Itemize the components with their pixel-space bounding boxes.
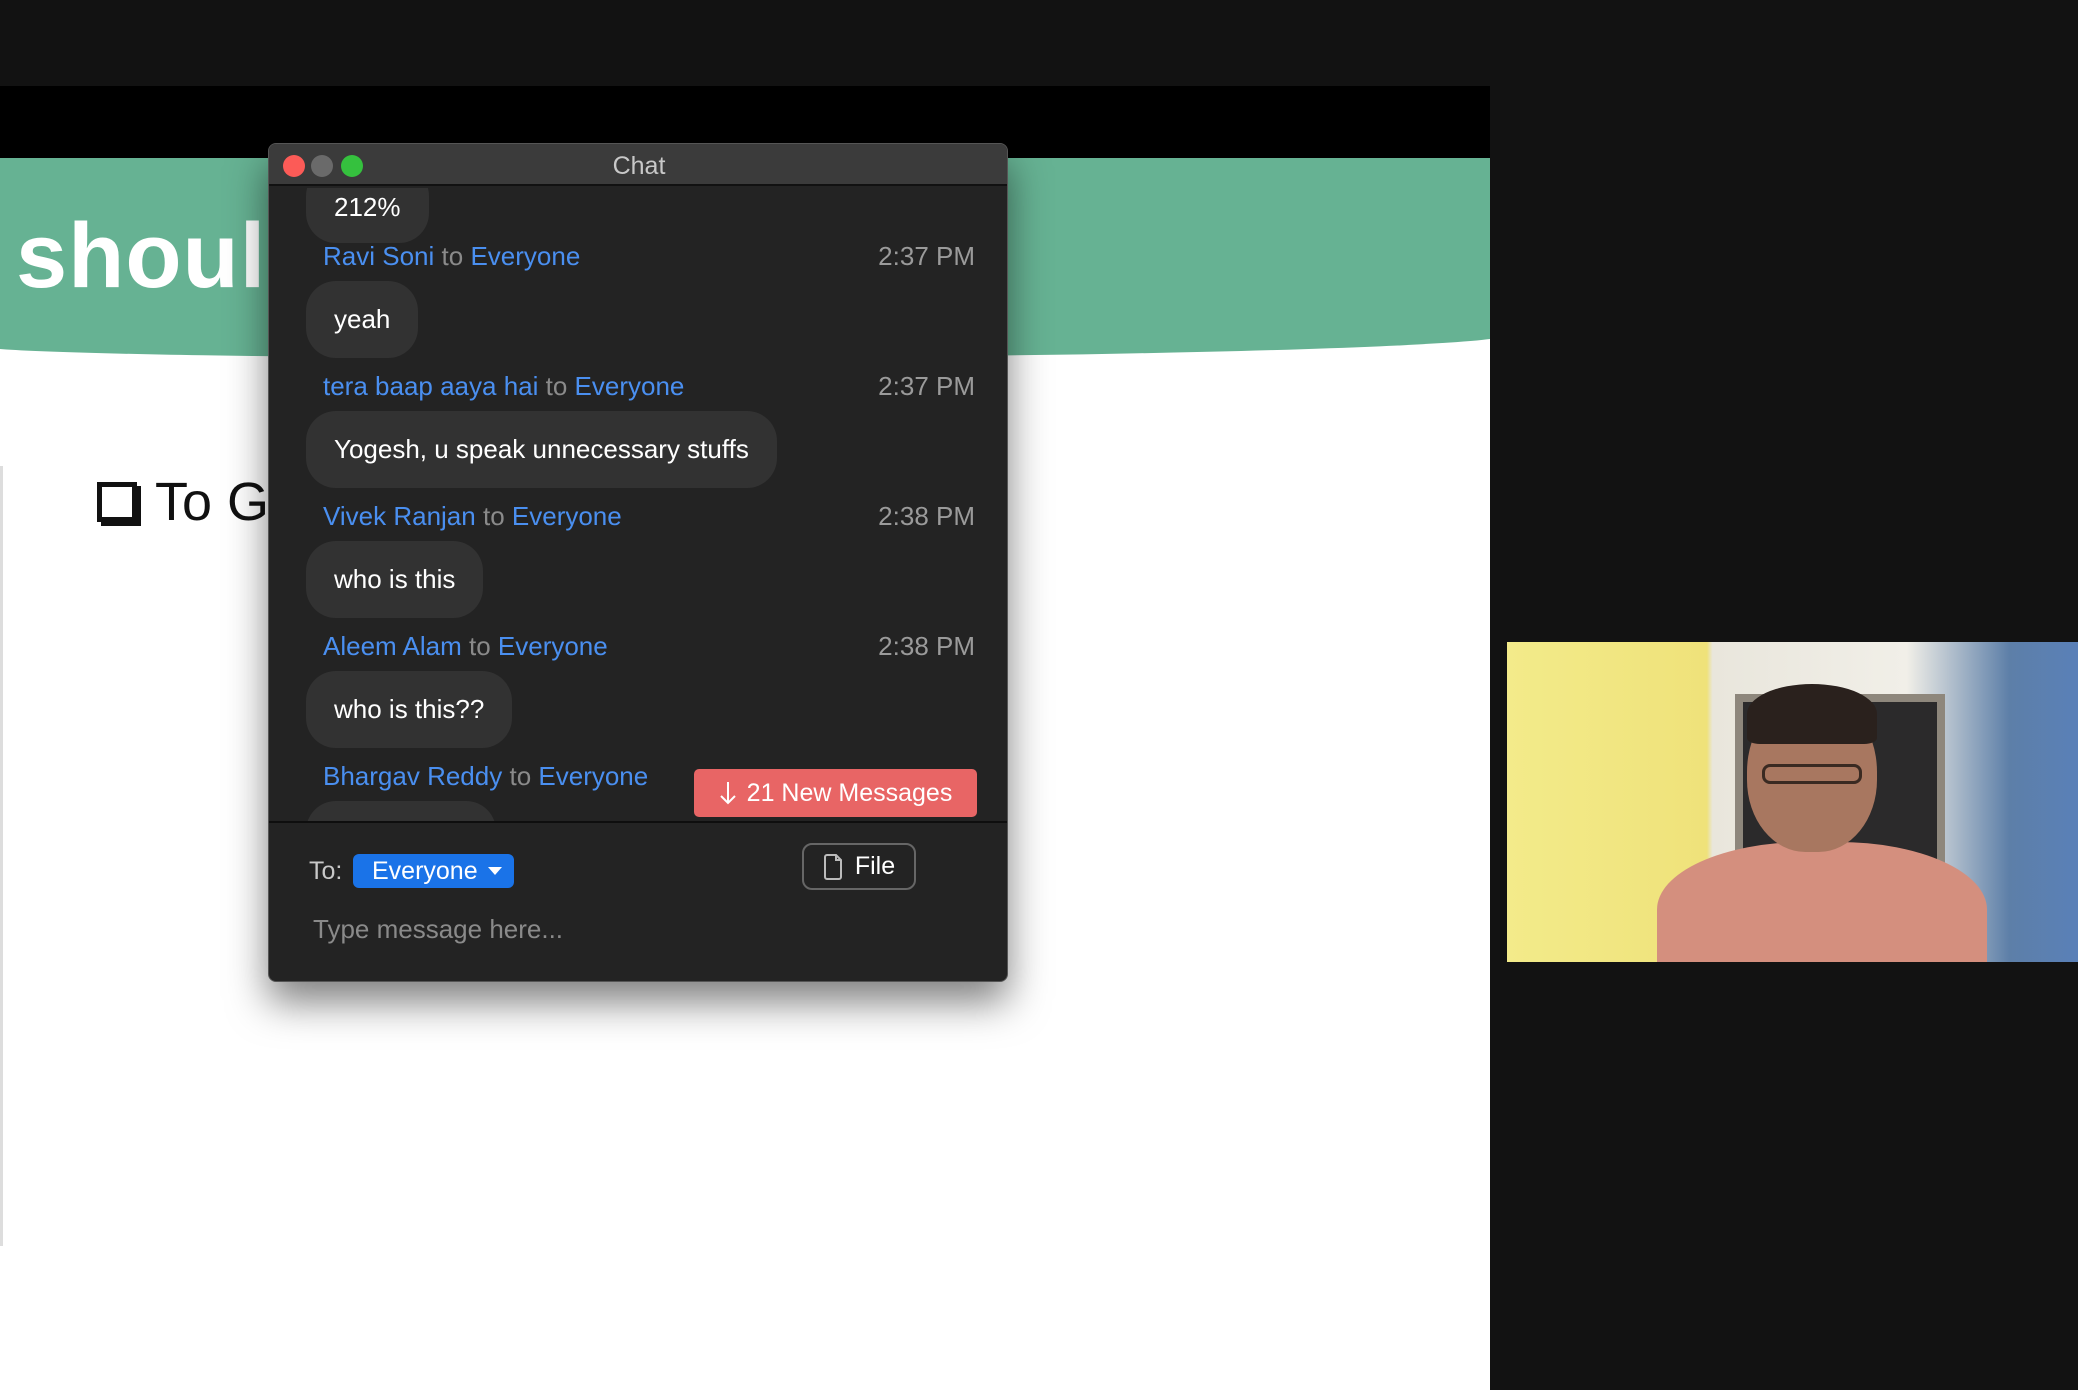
participant-video-tile[interactable] (1507, 642, 2078, 962)
message-text: Yogesh, u speak unnecessary stuffs (334, 434, 749, 464)
chevron-down-icon (487, 867, 502, 875)
slide-heading: shoul (16, 205, 267, 307)
message-header: Bhargav Reddy to Everyone (323, 761, 648, 792)
chat-window: Chat 212% Ravi Soni to Everyone 2:37 PM … (268, 143, 1008, 982)
message-text: 212% (334, 192, 401, 222)
recipient-name: Everyone (497, 631, 608, 661)
recipient-selected: Everyone (372, 856, 478, 885)
to-word: to (482, 501, 505, 531)
message-text: who is this (334, 564, 456, 594)
message-bubble: Yogesh, u speak unnecessary stuffs (306, 411, 777, 488)
chat-title: Chat (612, 152, 666, 180)
new-messages-label: 21 New Messages (746, 778, 953, 807)
video-person-glasses (1762, 764, 1862, 784)
sender-name[interactable]: Vivek Ranjan (323, 501, 476, 531)
message-header: Ravi Soni to Everyone (323, 241, 580, 272)
message-text: who is this?? (334, 694, 485, 724)
checkbox-icon (97, 482, 137, 522)
composer-divider (269, 821, 1007, 823)
recipient-name: Everyone (538, 761, 649, 791)
message-timestamp: 2:37 PM (878, 241, 975, 271)
message-text: yeah (334, 304, 391, 334)
video-person-body (1657, 842, 1987, 962)
to-label: To: (309, 857, 343, 885)
file-icon (823, 853, 842, 880)
message-header: tera baap aaya hai to Everyone (323, 371, 684, 402)
message-header: Aleem Alam to Everyone (323, 631, 608, 662)
slide-edge (0, 466, 3, 1246)
message-bubble (306, 801, 496, 821)
message-timestamp: 2:37 PM (878, 371, 975, 401)
message-bubble: 212% (306, 188, 429, 243)
to-word: to (468, 631, 491, 661)
message-bubble: who is this?? (306, 671, 513, 748)
recipient-name: Everyone (511, 501, 622, 531)
new-messages-button[interactable]: 21 New Messages (694, 769, 977, 817)
top-bar (0, 0, 2078, 86)
sender-name[interactable]: Aleem Alam (323, 631, 462, 661)
chat-message-list[interactable]: 212% Ravi Soni to Everyone 2:37 PM yeah … (269, 188, 1007, 821)
message-input[interactable] (313, 909, 973, 949)
chat-titlebar[interactable]: Chat (269, 144, 1007, 186)
video-person-hair (1747, 684, 1877, 744)
recipient-name: Everyone (470, 241, 581, 271)
message-header: Vivek Ranjan to Everyone (323, 501, 622, 532)
file-button[interactable]: File (802, 843, 916, 890)
recipient-name: Everyone (574, 371, 685, 401)
recipient-dropdown[interactable]: Everyone (353, 854, 514, 888)
message-bubble: who is this (306, 541, 484, 618)
sender-name[interactable]: tera baap aaya hai (323, 371, 538, 401)
message-timestamp: 2:38 PM (878, 631, 975, 661)
arrow-down-icon (719, 782, 736, 805)
message-bubble: yeah (306, 281, 419, 358)
file-label: File (854, 852, 896, 880)
sender-name[interactable]: Bhargav Reddy (323, 761, 502, 791)
to-word: to (441, 241, 464, 271)
message-timestamp: 2:38 PM (878, 501, 975, 531)
to-word: to (509, 761, 532, 791)
to-word: to (545, 371, 568, 401)
sender-name[interactable]: Ravi Soni (323, 241, 434, 271)
